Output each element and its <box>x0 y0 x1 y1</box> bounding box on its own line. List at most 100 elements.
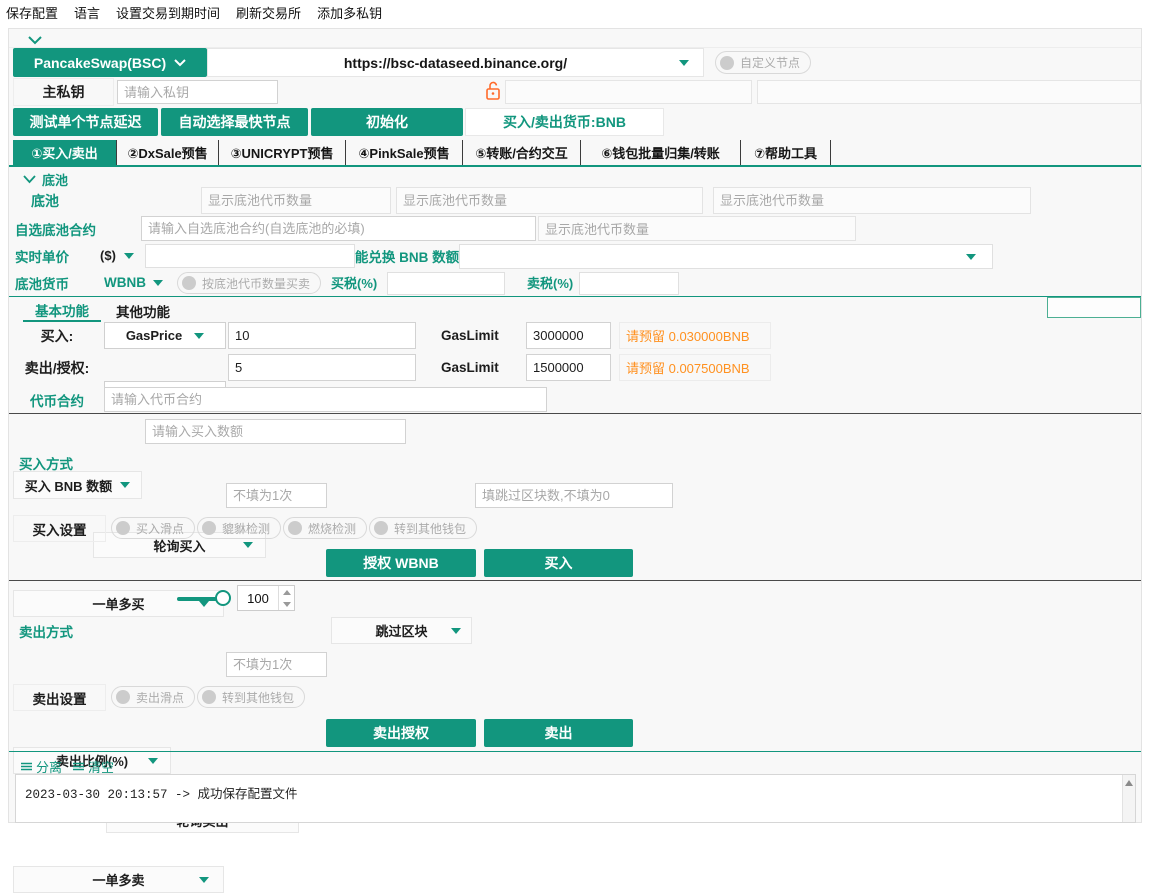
chevron-down-icon <box>148 758 158 764</box>
pool-currency-label: 底池货币 <box>15 270 69 295</box>
spinner-up-icon[interactable] <box>279 586 294 598</box>
sell-tax-field[interactable] <box>579 272 679 295</box>
private-key-label: 主私钥 <box>13 78 114 106</box>
toggle-off-dot <box>182 276 196 290</box>
wallet-address-field[interactable] <box>505 80 752 104</box>
skip-block-input[interactable] <box>475 483 673 508</box>
sell-reserve-note: 请预留 0.007500BNB <box>619 354 771 381</box>
buy-gas-limit-label: GasLimit <box>441 322 499 349</box>
sell-slippage-toggle[interactable]: 卖出滑点 <box>111 686 195 708</box>
buy-button[interactable]: 买入 <box>484 549 633 577</box>
token-contract-input[interactable] <box>104 387 547 412</box>
test-node-latency-button[interactable]: 测试单个节点延迟 <box>13 108 158 136</box>
sell-button[interactable]: 卖出 <box>484 719 633 747</box>
convertible-bnb-select[interactable] <box>459 244 993 269</box>
sell-gas-limit-input[interactable] <box>526 354 611 381</box>
honeypot-check-toggle[interactable]: 貔貅检测 <box>197 517 281 539</box>
sell-gas-limit-label: GasLimit <box>441 354 499 381</box>
buy-gas-row-label: 买入: <box>13 322 101 349</box>
multi-buy-dropdown[interactable]: 一单多买 <box>13 590 224 617</box>
pool-amount-display-2[interactable]: 显示底池代币数量 <box>396 187 703 214</box>
tab-help-tools[interactable]: ⑦帮助工具 <box>741 140 831 165</box>
tab-unicrypt[interactable]: ③UNICRYPT预售 <box>219 140 346 165</box>
pool-amount-display-1[interactable]: 显示底池代币数量 <box>201 187 391 214</box>
tab-wallet-collect[interactable]: ⑥钱包批量归集/转账 <box>581 140 741 165</box>
chevron-down-icon <box>966 254 976 260</box>
list-icon <box>73 762 84 771</box>
menu-item-save-config[interactable]: 保存配置 <box>6 3 58 22</box>
list-icon <box>21 762 32 771</box>
tabbar-underline <box>9 165 1141 167</box>
chevron-down-icon <box>679 60 689 66</box>
sell-gas-price-input[interactable] <box>228 354 416 381</box>
tab-other-functions[interactable]: 其他功能 <box>113 300 173 322</box>
tab-dxsale[interactable]: ②DxSale预售 <box>117 140 219 165</box>
buy-gas-limit-input[interactable] <box>526 322 611 349</box>
exchange-select-button[interactable]: PancakeSwap(BSC) <box>13 48 207 77</box>
custom-node-toggle[interactable]: 自定义节点 <box>715 51 811 74</box>
menu-item-expiry-time[interactable]: 设置交易到期时间 <box>116 3 220 22</box>
chevron-down-icon <box>199 601 209 607</box>
sell-approve-button[interactable]: 卖出授权 <box>326 719 476 747</box>
approve-wbnb-button[interactable]: 授权 WBNB <box>326 549 476 577</box>
transfer-to-other-wallet-toggle[interactable]: 转到其他钱包 <box>369 517 477 539</box>
trade-by-pool-amount-toggle[interactable]: 按底池代币数量买卖 <box>177 272 321 294</box>
pool-amount-display-3[interactable]: 显示底池代币数量 <box>713 187 1031 214</box>
sell-settings-label: 卖出设置 <box>13 684 106 711</box>
sell-ratio-input[interactable] <box>238 586 278 610</box>
log-scrollbar[interactable] <box>1122 775 1135 822</box>
scroll-up-icon[interactable] <box>1125 780 1133 786</box>
price-unit-dropdown[interactable]: ($) <box>91 243 143 268</box>
log-output[interactable]: 2023-03-30 20:13:57 -> 成功保存配置文件 <box>15 774 1136 823</box>
tab-transfer-contract[interactable]: ⑤转账/合约交互 <box>463 140 581 165</box>
buy-tax-field[interactable] <box>387 272 505 295</box>
buy-gas-price-input[interactable] <box>228 322 416 349</box>
main-panel: PancakeSwap(BSC) https://bsc-dataseed.bi… <box>8 28 1142 823</box>
realtime-price-field[interactable] <box>145 244 355 268</box>
tab-buy-sell[interactable]: ①买入/卖出 <box>13 140 117 165</box>
menu-item-add-private-keys[interactable]: 添加多私钥 <box>317 3 382 22</box>
sell-mode-label: 卖出方式 <box>19 618 73 644</box>
node-url-select[interactable]: https://bsc-dataseed.binance.org/ <box>207 48 704 77</box>
unlock-icon[interactable] <box>485 81 501 106</box>
focused-empty-input[interactable] <box>1047 297 1141 318</box>
toggle-off-dot <box>202 690 216 704</box>
toggle-off-dot <box>202 521 216 535</box>
pool-amount-display-4[interactable]: 显示底池代币数量 <box>538 216 856 241</box>
chevron-down-icon <box>194 333 204 339</box>
tab-basic-functions[interactable]: 基本功能 <box>23 300 101 322</box>
buy-mode-label: 买入方式 <box>19 450 73 476</box>
divider-dark <box>9 413 1141 414</box>
buy-amount-input[interactable] <box>145 419 406 444</box>
buy-gas-price-dropdown[interactable]: GasPrice <box>104 322 226 349</box>
pool-currency-dropdown[interactable]: WBNB <box>104 270 163 295</box>
multi-sell-dropdown[interactable]: 一单多卖 <box>13 866 224 893</box>
token-contract-label: 代币合约 <box>13 386 101 413</box>
skip-block-dropdown[interactable]: 跳过区块 <box>331 617 472 644</box>
initialize-button[interactable]: 初始化 <box>311 108 463 136</box>
multi-sell-count-input[interactable] <box>226 652 327 677</box>
private-key-input[interactable] <box>117 80 278 104</box>
convertible-bnb-label: 能兑换 BNB 数额 <box>359 243 455 268</box>
buy-settings-label: 买入设置 <box>13 515 106 542</box>
custom-node-label: 自定义节点 <box>740 54 800 71</box>
custom-pool-label: 自选底池合约 <box>15 215 96 242</box>
sell-transfer-to-other-wallet-toggle[interactable]: 转到其他钱包 <box>197 686 305 708</box>
log-divider <box>9 751 1141 752</box>
menu-item-refresh-exchange[interactable]: 刷新交易所 <box>236 3 301 22</box>
sell-ratio-spinner <box>237 585 295 611</box>
toggle-off-dot <box>116 521 130 535</box>
sell-ratio-slider-handle[interactable] <box>215 590 231 606</box>
spinner-down-icon[interactable] <box>279 598 294 610</box>
buy-slippage-toggle[interactable]: 买入滑点 <box>111 517 195 539</box>
wallet-balance-field[interactable] <box>757 80 1141 104</box>
menu-item-language[interactable]: 语言 <box>74 3 100 22</box>
auto-select-fastest-node-button[interactable]: 自动选择最快节点 <box>161 108 308 136</box>
custom-pool-contract-input[interactable] <box>141 216 536 241</box>
chevron-down-icon <box>199 877 209 883</box>
chevron-down-icon <box>451 628 461 634</box>
multi-buy-count-input[interactable] <box>226 483 327 508</box>
tab-pinksale[interactable]: ④PinkSale预售 <box>346 140 463 165</box>
buy-reserve-note: 请预留 0.030000BNB <box>619 322 771 349</box>
burn-check-toggle[interactable]: 燃烧检测 <box>283 517 367 539</box>
